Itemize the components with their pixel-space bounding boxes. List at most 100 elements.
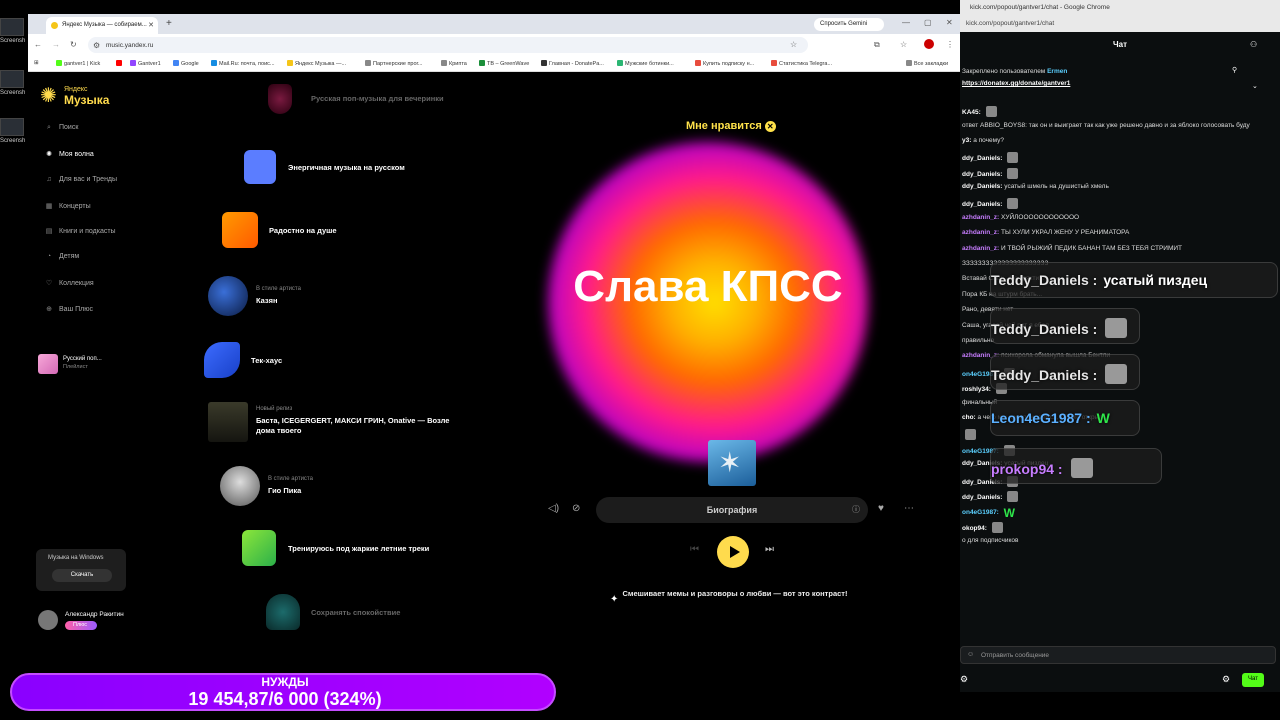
track-cover[interactable]: ✶ <box>708 440 756 486</box>
tab-yandex-music[interactable]: Яндекс Музыка — собираем... ✕ <box>46 17 158 34</box>
emote-icon <box>1070 458 1093 478</box>
tab-bar: Яндекс Музыка — собираем... ✕ + Спросить… <box>28 14 960 34</box>
chat-username[interactable]: ddy_Daniels: <box>962 171 1002 178</box>
chat-username[interactable]: on4eG1987: <box>962 509 999 516</box>
previous-track-icon[interactable]: ⏮ <box>690 544 699 555</box>
bookmark-item[interactable]: Купить подписку н... <box>695 60 754 67</box>
chat-username[interactable]: azhdanin_z: <box>962 229 999 236</box>
url-field[interactable]: ⚙ music.yandex.ru <box>88 37 808 53</box>
bookmark-star-icon[interactable]: ☆ <box>790 40 797 49</box>
forward-icon[interactable]: → <box>52 40 60 49</box>
chat-message: о для подписчиков <box>962 537 1018 544</box>
bookmarks-icon[interactable]: ☆ <box>900 40 907 49</box>
bookmark-item[interactable]: Партнерские прог... <box>365 60 422 67</box>
overlay-username: prokop94 : <box>991 461 1063 477</box>
apps-icon[interactable]: ⊞ <box>34 60 39 66</box>
release-cover <box>208 402 248 442</box>
chat-message: ddy_Daniels: <box>962 198 1019 210</box>
close-window-icon[interactable]: ✕ <box>946 18 953 27</box>
site-info-icon[interactable]: ⚙ <box>93 41 100 50</box>
new-tab-icon[interactable]: + <box>166 18 172 29</box>
wave-art <box>222 212 258 248</box>
info-icon[interactable]: ⓘ <box>852 504 860 515</box>
artist-name[interactable]: Слава КПСС <box>548 262 868 312</box>
bookmark-item[interactable]: Статистика Telegra... <box>771 60 832 67</box>
chat-username[interactable]: okop94: <box>962 525 987 532</box>
sidebar-item-plus[interactable]: ⊕ Ваш Плюс <box>44 305 93 313</box>
bookmark-item[interactable]: Mail.Ru: почта, поис... <box>211 60 275 67</box>
bookmark-item[interactable]: Google <box>173 60 199 67</box>
desktop-icon[interactable]: Screensh <box>0 70 28 96</box>
chevron-down-icon[interactable]: ⌄ <box>1252 82 1258 90</box>
starfish-icon: ✶ <box>718 447 742 478</box>
book-icon: ▤ <box>45 228 53 235</box>
close-tab-icon[interactable]: ✕ <box>148 21 154 29</box>
sidebar-item-trends[interactable]: ♫ Для вас и Тренды <box>44 176 117 183</box>
pin-icon[interactable]: ⚲ <box>1232 66 1237 74</box>
chat-username[interactable]: ddy_Daniels: <box>962 183 1002 190</box>
volume-icon[interactable]: ◁) <box>548 503 559 514</box>
chat-message: KA45: <box>962 106 997 117</box>
desktop-icon[interactable]: Screensh <box>0 118 28 144</box>
plus-badge: Плюс <box>65 621 97 630</box>
settings-icon[interactable]: ⚙ <box>1222 674 1230 685</box>
back-icon[interactable]: ← <box>34 40 42 49</box>
chat-overlay-message: Teddy_Daniels : <box>990 308 1140 344</box>
chat-username[interactable]: ddy_Daniels: <box>962 201 1002 208</box>
chat-username[interactable]: cho: <box>962 414 976 421</box>
chat-message: ddy_Daniels: усатый шмель на душистый хм… <box>962 183 1109 190</box>
track-title-pill[interactable]: Биография ⓘ <box>596 497 868 523</box>
chat-username[interactable]: ddy_Daniels: <box>962 155 1002 162</box>
all-bookmarks-button[interactable]: Все закладки <box>906 60 948 67</box>
youtube-icon[interactable] <box>116 60 124 67</box>
pinned-link[interactable]: https://donatex.gg/donate/gantver1 <box>962 80 1070 87</box>
download-button[interactable]: Скачать <box>52 569 112 582</box>
dislike-icon[interactable]: ⊘ <box>572 503 580 514</box>
extensions-icon[interactable]: ⧉ <box>874 40 880 50</box>
sidebar-item-my-wave[interactable]: ✺ Моя волна <box>44 150 94 158</box>
maximize-icon[interactable]: ▢ <box>924 18 932 27</box>
bookmark-item[interactable]: Главная - DonatePa... <box>541 60 604 67</box>
chat-username[interactable]: azhdanin_z: <box>962 214 999 221</box>
kick-chat-window: kick.com/popout/gantver1/chat - Google C… <box>960 0 1280 692</box>
chat-tools-icon[interactable]: ⚙ <box>960 674 968 685</box>
bookmark-item[interactable]: Gantver1 <box>130 60 161 67</box>
chat-users-icon[interactable]: ⚇ <box>1250 40 1257 49</box>
emote-icon <box>991 521 1003 533</box>
play-button[interactable] <box>717 536 749 568</box>
like-icon[interactable]: ♥ <box>878 503 884 514</box>
emote-icon <box>1007 198 1019 210</box>
reload-icon[interactable]: ↻ <box>70 40 77 49</box>
chat-message-input[interactable]: ☺ Отправить сообщение <box>960 646 1276 664</box>
more-icon[interactable]: ⋯ <box>904 503 914 514</box>
desktop-icon[interactable]: Screensh <box>0 18 28 44</box>
windows-app-promo: Музыка на Windows Скачать <box>36 549 126 591</box>
gemini-button[interactable]: Спросить Gemini <box>814 18 884 31</box>
chat-username[interactable]: y3: <box>962 137 971 144</box>
bookmark-item[interactable]: Яндекс Музыка —... <box>287 60 346 67</box>
chat-username[interactable]: roshly34: <box>962 386 991 393</box>
likes-filter-chip[interactable]: Мне нравится ✕ <box>686 120 776 132</box>
chat-username[interactable]: ddy_Daniels: <box>962 494 1002 501</box>
next-track-icon[interactable]: ⏭ <box>765 544 774 555</box>
chat-message-text: ХУЙЛОООООООООООО <box>1001 213 1080 221</box>
bookmark-item[interactable]: Мужские ботинки... <box>617 60 674 67</box>
chat-username[interactable]: KA45: <box>962 109 981 116</box>
menu-icon[interactable]: ⋮ <box>946 40 954 49</box>
emoji-icon[interactable]: ☺ <box>967 651 974 658</box>
minimize-icon[interactable]: — <box>902 18 910 27</box>
send-button[interactable]: Чат <box>1242 673 1264 687</box>
chat-overlay-message: Teddy_Daniels : <box>990 354 1140 390</box>
bookmark-item[interactable]: Крипта <box>441 60 467 67</box>
bookmark-item[interactable]: ТВ – GreenWave <box>479 60 529 67</box>
chat-username[interactable]: azhdanin_z: <box>962 245 999 252</box>
bookmark-item[interactable]: gantver1 | Kick <box>56 60 100 67</box>
sidebar-item-concerts[interactable]: ▦ Концерты <box>44 202 91 210</box>
sidebar-item-kids[interactable]: ◔ Детям <box>44 253 79 260</box>
sidebar-item-books[interactable]: ▤ Книги и подкасты <box>44 227 116 235</box>
profile-avatar[interactable] <box>924 39 934 49</box>
sidebar-item-collection[interactable]: ♡ Коллекция <box>44 279 94 287</box>
chat-message: okop94: <box>962 521 1003 533</box>
close-chip-icon[interactable]: ✕ <box>764 121 776 132</box>
sidebar-item-search[interactable]: ⌕ Поиск <box>44 124 78 132</box>
